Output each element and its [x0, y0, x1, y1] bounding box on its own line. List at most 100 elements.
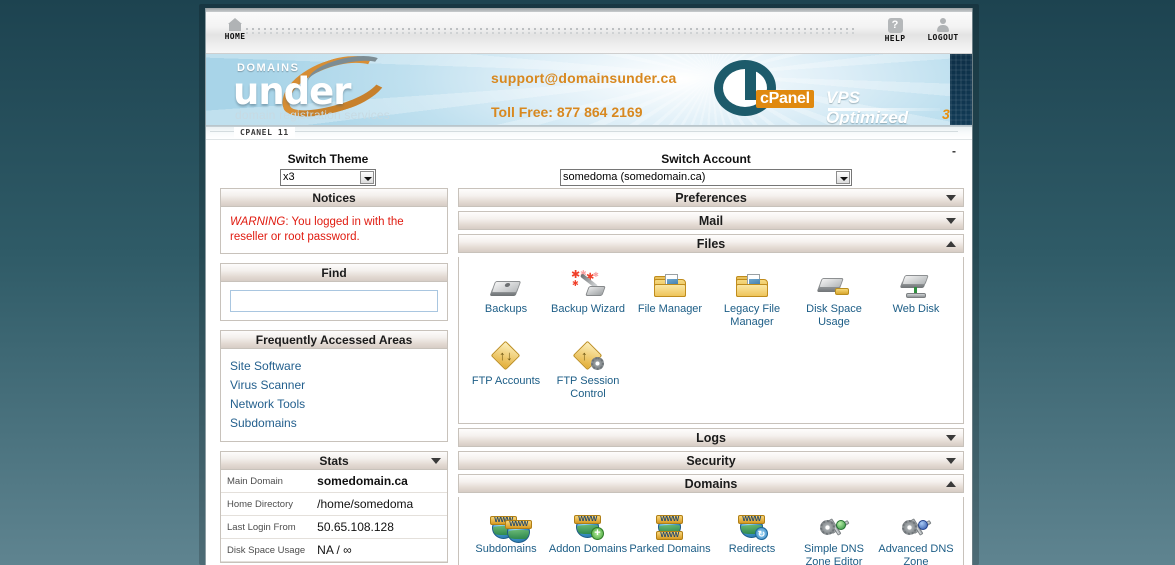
ftp-gear-icon: ↑: [572, 340, 604, 371]
cpanel-wordmark: cPanel: [756, 90, 814, 108]
home-button[interactable]: HOME: [214, 18, 256, 41]
icon-wrap: WWW WWW: [465, 509, 547, 543]
tile-ftp-accounts[interactable]: ↑ ↓ FTP Accounts: [465, 340, 547, 401]
help-label: HELP: [884, 34, 906, 43]
tile-redirects[interactable]: WWW ↻ Redirects: [711, 509, 793, 565]
tile-label: File Manager: [637, 303, 703, 315]
stat-key: Home Directory: [227, 498, 293, 510]
logo-tagline: domain registration services: [235, 108, 390, 122]
table-row: Home Directory /home/somedoma: [221, 493, 447, 516]
icon-wrap: WWW +: [547, 509, 629, 540]
list-item: Subdomains: [230, 414, 438, 432]
stats-header[interactable]: Stats: [221, 452, 447, 470]
link-site-software[interactable]: Site Software: [230, 359, 301, 373]
notices-header[interactable]: Notices: [221, 189, 447, 207]
domains-section-body: WWW WWW Subdomains WWW + Addon Domains W…: [458, 497, 964, 565]
switch-theme-group: Switch Theme x3: [280, 152, 376, 186]
banner-contact-block: support@domainsunder.ca Toll Free: 877 8…: [491, 70, 677, 120]
section-header-logs[interactable]: Logs: [458, 428, 964, 447]
chevron-down-icon: [946, 458, 956, 464]
switch-theme-label: Switch Theme: [287, 152, 369, 166]
link-virus-scanner[interactable]: Virus Scanner: [230, 378, 305, 392]
icon-wrap: [793, 509, 875, 539]
list-item: Network Tools: [230, 395, 438, 413]
find-body: [221, 282, 447, 320]
domains-row-1: WWW WWW Subdomains WWW + Addon Domains W…: [465, 509, 957, 565]
table-row: Disk Space Usage NA / ∞: [221, 539, 447, 562]
tile-label: Backups: [484, 303, 528, 315]
tile-label: Simple DNS Zone Editor: [804, 543, 864, 565]
switcher-row: Switch Theme x3 Switch Account somedoma …: [212, 140, 966, 188]
icon-wrap: [875, 269, 957, 299]
switch-account-value: somedoma (somedomain.ca): [563, 171, 706, 183]
frequently-accessed-title: Frequently Accessed Areas: [255, 333, 413, 347]
link-subdomains[interactable]: Subdomains: [230, 416, 297, 430]
section-header-mail[interactable]: Mail: [458, 211, 964, 230]
tile-parked-domains[interactable]: WWW WWW Parked Domains: [629, 509, 711, 565]
find-header[interactable]: Find: [221, 264, 447, 282]
cpanel-vps-badge: cPanel VPS Optimized 3: [706, 58, 950, 125]
section-title: Security: [686, 454, 736, 468]
dns-green-icon: [819, 513, 850, 539]
chevron-down-icon: [360, 171, 374, 184]
logout-label: LOGOUT: [927, 33, 959, 42]
domainsunder-logo[interactable]: DOMAINS under domain registration servic…: [221, 54, 416, 125]
files-row-1: Backups ✱✱ ✱✱ ✱: [465, 269, 957, 341]
cpanel-11-tab[interactable]: CPANEL 11: [234, 127, 295, 138]
right-panel-stack: Preferences Mail Files Backups ✱ ✱ ✱ ✱ B…: [458, 188, 964, 565]
tile-advanced-dns-zone[interactable]: Advanced DNS Zone: [875, 509, 957, 565]
help-button[interactable]: ? HELP: [874, 18, 916, 43]
domains-icon-grid: WWW WWW Subdomains WWW + Addon Domains W…: [459, 497, 963, 565]
switch-account-select[interactable]: somedoma (somedomain.ca): [560, 169, 852, 186]
tile-label: Backup Wizard: [551, 303, 625, 315]
tile-label: Redirects: [728, 543, 776, 555]
stat-key: Last Login From: [227, 521, 296, 533]
toll-free-number: Toll Free: 877 864 2169: [491, 104, 643, 120]
logout-button[interactable]: LOGOUT: [922, 18, 964, 42]
icon-wrap: WWW ↻: [711, 509, 793, 540]
top-toolbar: HOME ? HELP LOGOUT: [206, 8, 972, 54]
find-input[interactable]: [230, 290, 438, 312]
frequently-accessed-header[interactable]: Frequently Accessed Areas: [221, 331, 447, 349]
table-row: Main Domain somedomain.ca: [221, 470, 447, 493]
tile-simple-dns-zone-editor[interactable]: Simple DNS Zone Editor: [793, 509, 875, 565]
section-header-security[interactable]: Security: [458, 451, 964, 470]
stat-key: Disk Space Usage: [227, 544, 306, 556]
tile-web-disk[interactable]: Web Disk: [875, 269, 957, 329]
tile-backup-wizard[interactable]: ✱✱ ✱✱ ✱ Backup Wizard: [547, 269, 629, 329]
stat-value: somedomain.ca: [317, 474, 408, 488]
tile-backups[interactable]: Backups: [465, 269, 547, 329]
section-header-domains[interactable]: Domains: [458, 474, 964, 493]
logo-under-text: under: [233, 70, 352, 113]
dns-blue-icon: [901, 513, 932, 539]
globe-www-plus-icon: WWW +: [573, 513, 604, 540]
link-network-tools[interactable]: Network Tools: [230, 397, 305, 411]
section-title: Logs: [696, 431, 726, 445]
icon-wrap: [711, 269, 793, 299]
notices-title: Notices: [312, 191, 356, 205]
section-header-files[interactable]: Files: [458, 234, 964, 253]
switch-account-label: Switch Account: [661, 152, 751, 166]
find-title: Find: [321, 266, 347, 280]
tile-disk-space-usage[interactable]: Disk Space Usage: [793, 269, 875, 329]
two-column-layout: Notices WARNING: You logged in with the …: [212, 188, 966, 565]
tile-subdomains[interactable]: WWW WWW Subdomains: [465, 509, 547, 565]
tile-ftp-session-control[interactable]: ↑ FTP Session Control: [547, 340, 629, 401]
icon-wrap: [793, 269, 875, 299]
icon-wrap: ↑: [547, 340, 629, 371]
switch-theme-select[interactable]: x3: [280, 169, 376, 186]
files-icon-grid: Backups ✱✱ ✱✱ ✱: [459, 257, 963, 423]
section-header-preferences[interactable]: Preferences: [458, 188, 964, 207]
tile-label: FTP Session Control: [556, 375, 620, 400]
globes-www-icon: WWW WWW: [489, 513, 532, 543]
chevron-up-icon: [946, 481, 956, 487]
tile-addon-domains[interactable]: WWW + Addon Domains: [547, 509, 629, 565]
toolbar-rail: [206, 8, 972, 12]
icon-wrap: WWW WWW: [629, 509, 711, 540]
folder-image-icon: [736, 274, 768, 299]
tile-label: Disk Space Usage: [806, 303, 862, 328]
person-icon: [936, 18, 950, 32]
tile-file-manager[interactable]: File Manager: [629, 269, 711, 329]
tile-legacy-file-manager[interactable]: Legacy File Manager: [711, 269, 793, 329]
stats-title: Stats: [319, 454, 349, 468]
